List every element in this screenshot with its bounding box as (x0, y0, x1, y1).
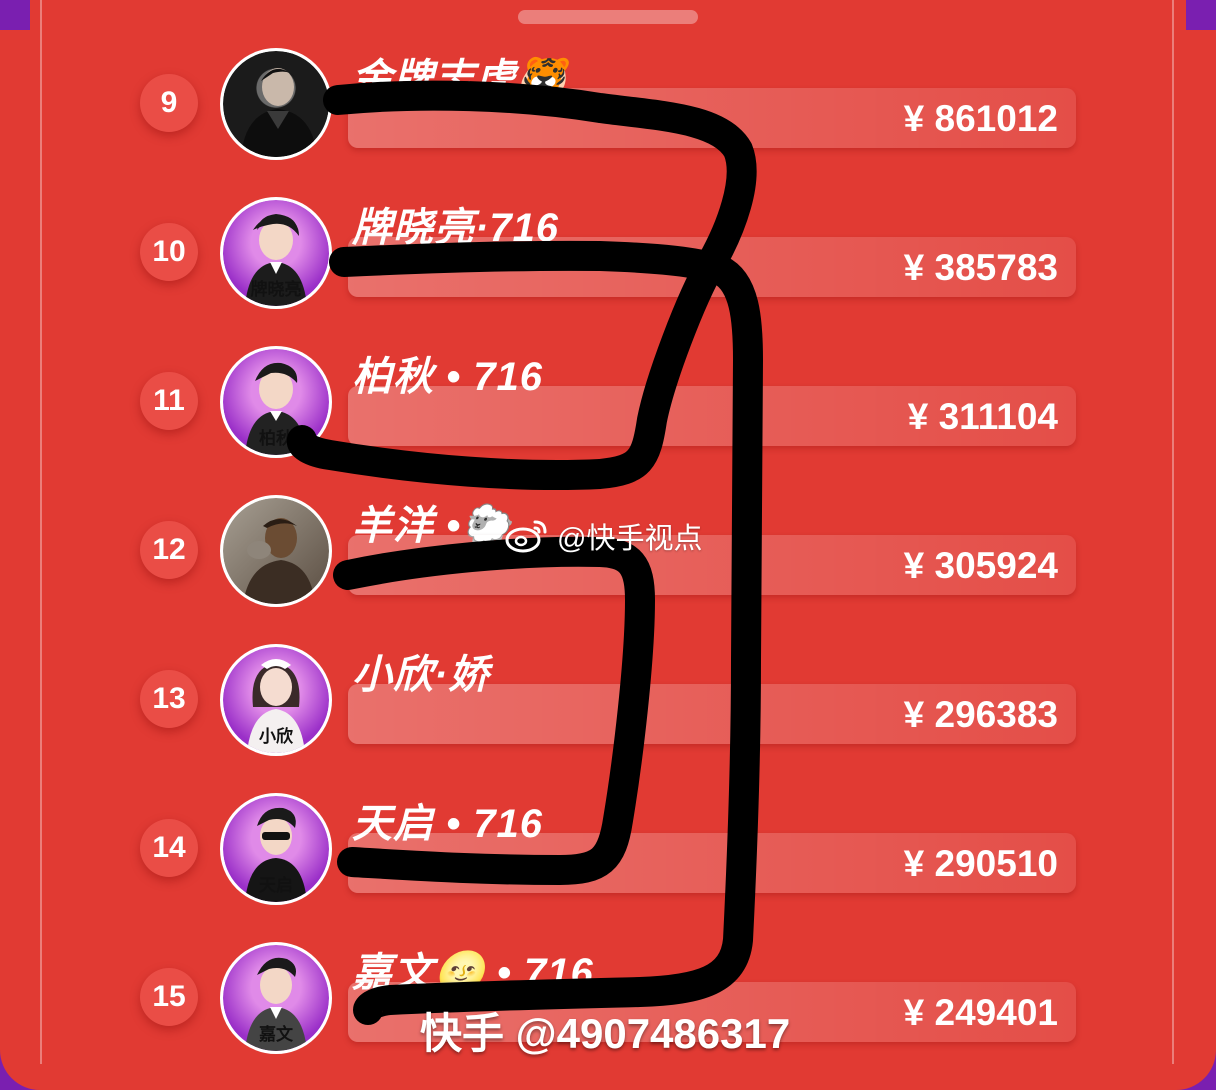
weibo-icon (505, 520, 547, 553)
rank-badge: 14 (140, 819, 198, 877)
rank-badge: 13 (140, 670, 198, 728)
weibo-watermark: @快手视点 (505, 515, 702, 557)
amount-bar: ¥ 385783 (348, 237, 1076, 297)
person-photo-icon (241, 68, 317, 157)
leaderboard-row[interactable]: 11 柏秋 柏秋 • 716 ¥ 311104 (0, 338, 1216, 487)
amount-bar: ¥ 296383 (348, 684, 1076, 744)
amount-bar: ¥ 311104 (348, 386, 1076, 446)
amount-value: ¥ 861012 (903, 98, 1058, 139)
avatar[interactable]: 嘉文 (220, 942, 332, 1054)
avatar-caption: 嘉文 (259, 1025, 293, 1044)
leaderboard-row[interactable]: 10 牌晓亮 牌晓亮·716 ¥ 385783 (0, 189, 1216, 338)
avatar-caption: 天启 (259, 876, 293, 895)
rank-badge: 9 (140, 74, 198, 132)
avatar[interactable] (220, 48, 332, 160)
leaderboard-row[interactable]: 12 羊洋 •🐑 ¥ 305924 (0, 487, 1216, 636)
drag-handle[interactable] (518, 10, 698, 24)
avatar[interactable] (220, 495, 332, 607)
amount-bar: ¥ 305924 (348, 535, 1076, 595)
amount-value: ¥ 290510 (903, 843, 1058, 884)
watermark-text: @快手视点 (557, 523, 703, 555)
amount-value: ¥ 296383 (903, 694, 1058, 735)
rank-badge: 15 (140, 968, 198, 1026)
leaderboard-row[interactable]: 14 天启 天启 • 716 ¥ 290510 (0, 785, 1216, 934)
avatar-caption: 柏秋 (259, 429, 293, 448)
avatar[interactable]: 天启 (220, 793, 332, 905)
background-corner (1186, 0, 1216, 30)
rank-badge: 10 (140, 223, 198, 281)
kuaishou-footer-watermark: 快手 @4907486317 (420, 1010, 791, 1057)
person-photo-icon (243, 518, 315, 604)
leaderboard-row[interactable]: 13 小欣 小欣·娇 ¥ 296383 (0, 636, 1216, 785)
avatar[interactable]: 柏秋 (220, 346, 332, 458)
amount-value: ¥ 249401 (903, 992, 1058, 1033)
amount-value: ¥ 385783 (903, 247, 1058, 288)
background-corner (0, 0, 30, 30)
rank-badge: 11 (140, 372, 198, 430)
avatar[interactable]: 牌晓亮 (220, 197, 332, 309)
amount-value: ¥ 311104 (907, 396, 1058, 437)
amount-bar: ¥ 861012 (348, 88, 1076, 148)
avatar-caption: 牌晓亮 (250, 280, 302, 299)
rank-badge: 12 (140, 521, 198, 579)
avatar[interactable]: 小欣 (220, 644, 332, 756)
leaderboard-row[interactable]: 9 金牌志虎🐯 ¥ 861012 (0, 40, 1216, 189)
amount-bar: ¥ 290510 (348, 833, 1076, 893)
avatar-caption: 小欣 (259, 727, 293, 746)
amount-value: ¥ 305924 (903, 545, 1058, 586)
